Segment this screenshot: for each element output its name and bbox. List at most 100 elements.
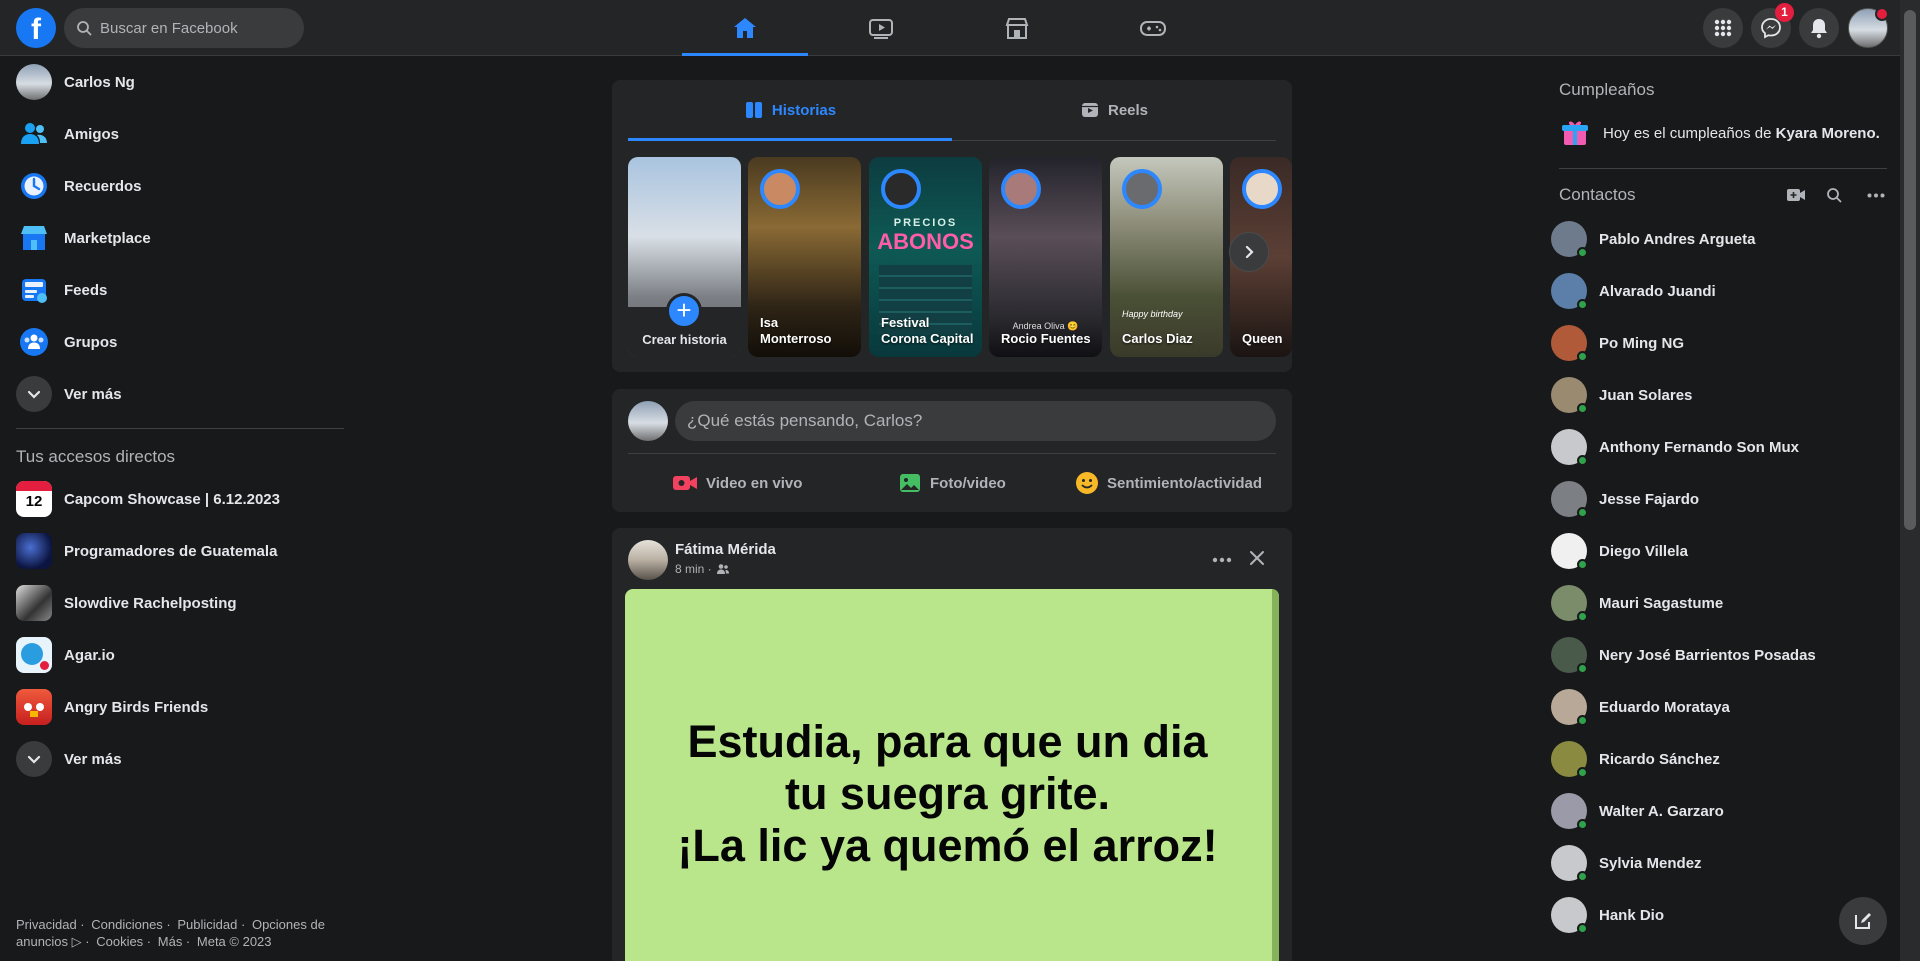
marketplace-icon <box>16 220 52 256</box>
birthdays-heading: Cumpleaños <box>1559 80 1655 99</box>
tab-marketplace[interactable] <box>954 0 1080 56</box>
footer-link-terms[interactable]: Condiciones · <box>91 917 171 932</box>
contact-item[interactable]: Mauri Sagastume <box>1551 577 1881 629</box>
tab-stories[interactable]: Historias <box>628 80 952 141</box>
shortcut-agario[interactable]: Agar.io <box>8 629 353 681</box>
footer-link-more[interactable]: Más · <box>158 934 191 949</box>
contact-item[interactable]: Ricardo Sánchez <box>1551 733 1881 785</box>
contact-item[interactable]: Sylvia Mendez <box>1551 837 1881 889</box>
contact-name: Alvarado Juandi <box>1599 282 1716 300</box>
new-message-button[interactable] <box>1839 897 1887 945</box>
post-timestamp[interactable]: 8 min · <box>675 562 712 576</box>
contact-item[interactable]: Jesse Fajardo <box>1551 473 1881 525</box>
shortcut-label: Capcom Showcase | 6.12.2023 <box>64 490 280 508</box>
contact-item[interactable]: Po Ming NG <box>1551 317 1881 369</box>
messenger-button[interactable]: 1 <box>1751 3 1794 48</box>
close-icon <box>1250 551 1264 565</box>
contact-item[interactable]: Alvarado Juandi <box>1551 265 1881 317</box>
gaming-icon <box>1140 21 1166 36</box>
top-navigation-bar: f 1 <box>0 0 1900 56</box>
live-video-icon <box>673 476 697 490</box>
story-card[interactable]: Isa Monterroso <box>748 157 861 357</box>
tab-reels-label: Reels <box>1107 101 1149 119</box>
sidebar-item-label: Feeds <box>64 281 108 299</box>
hide-post-button[interactable] <box>1243 544 1271 572</box>
post-options-button[interactable] <box>1208 546 1236 574</box>
footer-link-cookies[interactable]: Cookies · <box>96 934 151 949</box>
sidebar-item-groups[interactable]: Grupos <box>8 316 353 368</box>
story-overlay-text: Happy birthday <box>1122 309 1183 319</box>
contact-avatar <box>1551 585 1588 622</box>
friends-audience-icon <box>716 564 729 574</box>
contact-item[interactable]: Juan Solares <box>1551 369 1881 421</box>
footer-link-privacy[interactable]: Privacidad · <box>16 917 85 932</box>
create-story-card[interactable]: + Crear historia <box>628 157 741 357</box>
friends-icon <box>16 116 52 152</box>
contact-name: Walter A. Garzaro <box>1599 802 1724 820</box>
sidebar-item-feeds[interactable]: Feeds <box>8 264 353 316</box>
notifications-button[interactable] <box>1799 8 1839 48</box>
story-overlay-text: PRECIOS <box>893 217 958 229</box>
angry-birds-game-icon <box>16 689 52 725</box>
sidebar-item-label: Amigos <box>64 125 120 143</box>
scrollbar-thumb[interactable] <box>1904 10 1916 530</box>
composer-avatar[interactable] <box>628 401 668 441</box>
shortcut-slowdive[interactable]: Slowdive Rachelposting <box>8 577 353 629</box>
sidebar-item-memories[interactable]: Recuerdos <box>8 160 353 212</box>
tab-gaming[interactable] <box>1090 0 1216 56</box>
search-input[interactable] <box>100 19 290 37</box>
video-camera-plus-icon <box>1787 189 1805 201</box>
post-author-name[interactable]: Fátima Mérida <box>675 541 776 558</box>
story-avatar <box>1122 169 1162 209</box>
live-video-button[interactable]: Video en vivo <box>672 463 802 503</box>
search-icon <box>1827 188 1842 203</box>
shortcut-programadores-guatemala[interactable]: Programadores de Guatemala <box>8 525 353 577</box>
shortcut-angry-birds[interactable]: Angry Birds Friends <box>8 681 353 733</box>
contact-item[interactable]: Diego Villela <box>1551 525 1881 577</box>
tab-watch[interactable] <box>818 0 944 56</box>
account-avatar[interactable] <box>1848 7 1889 48</box>
contact-item[interactable]: Walter A. Garzaro <box>1551 785 1881 837</box>
sidebar-item-friends[interactable]: Amigos <box>8 108 353 160</box>
search-contacts-button[interactable] <box>1822 183 1846 207</box>
sidebar-item-profile[interactable]: Carlos Ng <box>8 56 353 108</box>
story-card[interactable]: Andrea Oliva 😊 Rocio Fuentes <box>989 157 1102 357</box>
contact-item[interactable]: Anthony Fernando Son Mux <box>1551 421 1881 473</box>
story-card[interactable]: PRECIOS ABONOS Festival Corona Capital <box>869 157 982 357</box>
sidebar-see-more[interactable]: Ver más <box>8 368 353 420</box>
sidebar-item-label: Recuerdos <box>64 177 142 195</box>
contact-item[interactable]: Hank Dio <box>1551 889 1881 941</box>
photo-video-label: Foto/video <box>930 474 1006 492</box>
watch-icon <box>869 19 893 39</box>
tab-reels[interactable]: Reels <box>952 80 1276 140</box>
feeling-activity-button[interactable]: Sentimiento/actividad <box>1075 463 1262 503</box>
sidebar-item-marketplace[interactable]: Marketplace <box>8 212 353 264</box>
shortcut-label: Agar.io <box>64 646 115 664</box>
post-author-avatar[interactable] <box>628 540 668 580</box>
contact-item[interactable]: Pablo Andres Argueta <box>1551 213 1881 265</box>
facebook-logo[interactable]: f <box>16 8 56 48</box>
calendar-date: 12 <box>25 493 43 510</box>
search-box[interactable] <box>64 8 304 48</box>
compose-icon <box>1855 913 1871 929</box>
contact-item[interactable]: Eduardo Morataya <box>1551 681 1881 733</box>
story-card[interactable]: Happy birthday Carlos Diaz <box>1110 157 1223 357</box>
contact-item[interactable]: Nery José Barrientos Posadas <box>1551 629 1881 681</box>
stories-next-button[interactable] <box>1229 232 1269 272</box>
story-avatar <box>760 169 800 209</box>
new-room-button[interactable] <box>1784 183 1808 207</box>
shortcuts-see-more[interactable]: Ver más <box>8 733 353 785</box>
memories-clock-icon <box>16 168 52 204</box>
footer-links: Privacidad · Condiciones · Publicidad · … <box>16 916 336 950</box>
home-icon <box>734 18 756 38</box>
birthday-notice[interactable]: Hoy es el cumpleaños de Kyara Moreno. <box>1551 113 1880 153</box>
photo-video-button[interactable]: Foto/video <box>898 463 1006 503</box>
shortcut-capcom-showcase[interactable]: 12 Capcom Showcase | 6.12.2023 <box>8 473 353 525</box>
shortcut-label: Slowdive Rachelposting <box>64 594 237 612</box>
story-author: Carlos Diaz <box>1122 331 1193 346</box>
tab-home[interactable] <box>682 0 808 56</box>
footer-link-advertising[interactable]: Publicidad · <box>177 917 245 932</box>
menu-button[interactable] <box>1703 8 1743 48</box>
contacts-options-button[interactable] <box>1864 183 1888 207</box>
whats-on-your-mind-input[interactable] <box>675 401 1276 441</box>
